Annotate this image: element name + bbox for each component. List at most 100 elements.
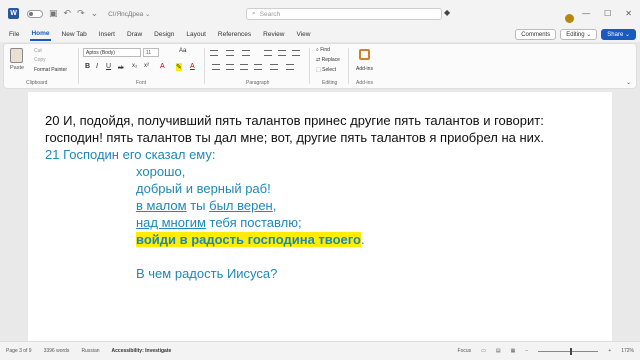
tab-review[interactable]: Review <box>262 29 285 40</box>
addins-button[interactable]: Add-ins <box>356 66 373 72</box>
cut-button[interactable]: Cut <box>34 48 42 54</box>
tab-layout[interactable]: Layout <box>185 29 207 40</box>
redo-icon[interactable]: ↷ <box>77 8 85 19</box>
document-page[interactable]: 20 И, подойдя, получивший пять талантов … <box>28 92 612 341</box>
tab-view[interactable]: View <box>295 29 311 40</box>
document-area: 20 И, подойдя, получивший пять талантов … <box>0 92 640 341</box>
editing-mode-button[interactable]: Editing ⌄ <box>560 29 598 40</box>
close-button[interactable]: ✕ <box>625 9 632 18</box>
tab-draw[interactable]: Draw <box>126 29 143 40</box>
read-mode-icon[interactable]: ▭ <box>481 348 486 354</box>
align-center-icon[interactable] <box>226 64 234 70</box>
underlined-text: над многим <box>136 215 206 230</box>
strikethrough-button[interactable]: ab <box>118 65 124 71</box>
align-right-icon[interactable] <box>240 64 248 70</box>
save-icon[interactable]: ▣ <box>49 8 58 19</box>
line-spacing-icon[interactable] <box>270 64 278 70</box>
italic-button[interactable]: I <box>96 63 98 70</box>
zoom-out-icon[interactable]: − <box>525 348 528 354</box>
ribbon: Paste Cut Copy Format Painter Clipboard … <box>3 43 637 89</box>
status-right: Focus ▭ ▤ ▦ − + 172% <box>458 347 634 355</box>
bullets-icon[interactable] <box>210 50 218 56</box>
tab-design[interactable]: Design <box>153 29 175 40</box>
divider <box>78 48 79 84</box>
underlined-text: в малом <box>136 198 187 213</box>
increase-indent-icon[interactable] <box>278 50 286 56</box>
zoom-slider[interactable] <box>538 347 599 355</box>
superscript-button[interactable]: x² <box>144 63 149 69</box>
text-effects-icon[interactable]: A <box>160 63 165 70</box>
select-button[interactable]: ⬚ Select <box>316 67 336 73</box>
zoom-level[interactable]: 172% <box>621 348 634 354</box>
underline-button[interactable]: U <box>106 63 111 70</box>
tab-new-tab[interactable]: New Tab <box>61 29 88 40</box>
quick-access-toolbar: ▣ ↶ ↷ ⌄ <box>27 8 98 19</box>
zoom-in-icon[interactable]: + <box>608 348 611 354</box>
addins-group-label: Add-ins <box>356 80 373 86</box>
shading-icon[interactable] <box>286 64 294 70</box>
paste-button[interactable]: Paste <box>10 65 24 71</box>
clipboard-group-label: Clipboard <box>26 80 48 86</box>
multilevel-list-icon[interactable] <box>242 50 250 56</box>
ribbon-actions: Comments Editing ⌄ Share ⌄ <box>515 29 636 40</box>
collapse-ribbon-icon[interactable]: ⌄ <box>626 79 631 86</box>
print-layout-icon[interactable]: ▤ <box>496 348 501 354</box>
text-run: , <box>272 198 277 213</box>
change-case-button[interactable]: Aa <box>179 48 186 54</box>
accessibility-status[interactable]: Accessibility: Investigate <box>112 348 172 354</box>
highlighted-text: войди в радость господина твоего <box>136 232 361 247</box>
subscript-button[interactable]: x₂ <box>132 63 137 69</box>
align-left-icon[interactable] <box>212 64 220 70</box>
numbering-icon[interactable] <box>226 50 234 56</box>
autosave-toggle[interactable] <box>27 9 43 18</box>
bold-button[interactable]: B <box>85 63 90 70</box>
find-button[interactable]: ⌕ Find <box>316 47 330 53</box>
title-bar: W ▣ ↶ ↷ ⌄ CI/ЯпсДpea ⌄ ⌕ Search ◆ — ☐ ✕ <box>0 0 640 27</box>
word-count[interactable]: 3396 words <box>44 348 70 354</box>
justify-icon[interactable] <box>254 64 262 70</box>
paragraph-group-label: Paragraph <box>246 80 270 86</box>
search-placeholder: Search <box>259 10 281 18</box>
page-count[interactable]: Page 3 of 9 <box>6 348 32 354</box>
text-line: добрый и верный раб! <box>136 181 271 196</box>
share-button[interactable]: Share ⌄ <box>601 29 636 40</box>
language-indicator[interactable]: Russian <box>81 348 99 354</box>
show-marks-icon[interactable] <box>292 50 300 56</box>
text-line: 21 Господин его сказал ему: <box>45 147 216 162</box>
addins-icon[interactable] <box>359 49 370 60</box>
tab-insert[interactable]: Insert <box>98 29 116 40</box>
undo-icon[interactable]: ↶ <box>64 8 72 19</box>
highlight-icon[interactable]: ✎ <box>176 63 182 71</box>
document-title[interactable]: CI/ЯпсДpea ⌄ <box>108 10 150 18</box>
divider <box>348 48 349 84</box>
select-label: Select <box>322 67 337 73</box>
format-painter-button[interactable]: Format Painter <box>34 67 67 73</box>
web-layout-icon[interactable]: ▦ <box>511 348 516 354</box>
divider <box>204 48 205 84</box>
font-size-select[interactable]: 11 <box>143 48 159 57</box>
search-box[interactable]: ⌕ Search <box>246 8 442 20</box>
text-line: 20 И, подойдя, получивший пять талантов … <box>45 113 544 128</box>
text-line: в малом ты был верен, <box>45 197 605 214</box>
font-color-icon[interactable]: A <box>190 63 195 70</box>
maximize-button[interactable]: ☐ <box>604 9 611 18</box>
replace-button[interactable]: ⇄ Replace <box>316 57 340 63</box>
tab-references[interactable]: References <box>217 29 252 40</box>
focus-button[interactable]: Focus <box>458 348 472 354</box>
avatar[interactable] <box>565 14 574 23</box>
copy-button[interactable]: Copy <box>34 57 46 63</box>
font-name-select[interactable]: Aptos (Body) <box>83 48 141 57</box>
comments-button[interactable]: Comments <box>515 29 557 40</box>
tab-home[interactable]: Home <box>30 28 51 41</box>
qat-more-icon[interactable]: ⌄ <box>91 8 99 19</box>
search-icon: ⌕ <box>252 10 256 17</box>
text-line: господин! пять талантов ты дал мне; вот,… <box>45 130 545 145</box>
text-line: войди в радость господина твоего. <box>45 231 605 248</box>
minimize-button[interactable]: — <box>582 9 590 18</box>
document-body[interactable]: 20 И, подойдя, получивший пять талантов … <box>45 112 605 282</box>
find-label: Find <box>320 47 330 53</box>
paste-icon[interactable] <box>10 48 23 63</box>
tab-file[interactable]: File <box>8 29 20 40</box>
editing-group-label: Editing <box>322 80 338 86</box>
decrease-indent-icon[interactable] <box>264 50 272 56</box>
